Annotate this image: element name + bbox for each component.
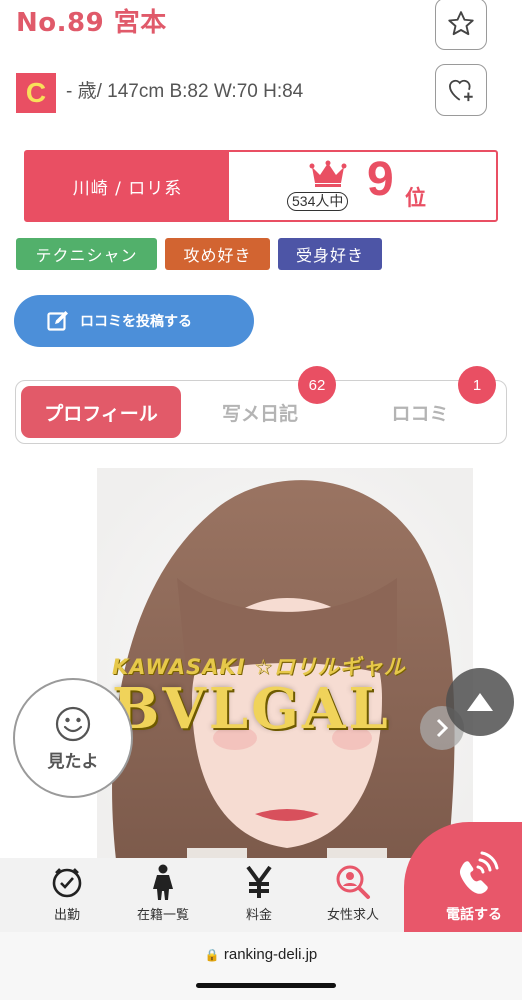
call-label: 電話する [446, 907, 502, 923]
heart-plus-icon [448, 79, 473, 102]
tab-profile[interactable]: プロフィール [21, 386, 181, 438]
ranking-category: 川崎 / ロリ系 [26, 152, 229, 220]
nav-recruitment-label: 女性求人 [326, 908, 379, 923]
nav-roster-label: 在籍一覧 [136, 908, 189, 923]
nav-recruitment[interactable]: 女性求人 [306, 862, 400, 928]
clock-icon [50, 862, 84, 902]
person-icon [151, 862, 175, 902]
nav-roster[interactable]: 在籍一覧 [116, 862, 210, 928]
star-icon [448, 11, 474, 36]
phone-icon [459, 851, 499, 894]
browser-url-bar[interactable] [0, 932, 522, 1000]
post-review-button[interactable]: ロコミを投稿する [14, 295, 254, 347]
diary-count-badge: 62 [298, 366, 336, 404]
nav-pricing[interactable]: 料金 [212, 862, 306, 928]
nav-attendance-label: 出勤 [53, 908, 80, 923]
page-title: No.89 宮本 [16, 8, 167, 38]
url-display[interactable]: 🔒 ranking-deli.jp [0, 946, 522, 963]
ranking-box: 川崎 / ロリ系 534人中 9 位 [24, 150, 498, 222]
yen-icon [244, 862, 274, 902]
nav-pricing-label: 料金 [245, 908, 272, 923]
review-count-badge: 1 [458, 366, 496, 404]
lock-icon: 🔒 [204, 948, 220, 962]
url-text: ranking-deli.jp [223, 946, 318, 963]
tag-passive[interactable]: 受身好き [278, 238, 382, 270]
rank-letter-badge: C [16, 73, 56, 113]
smile-icon [55, 706, 91, 741]
ranking-position: 534人中 9 位 [229, 152, 496, 220]
favorite-star-button[interactable] [435, 0, 487, 50]
ranking-suffix: 位 [405, 186, 426, 210]
post-review-label: ロコミを投稿する [80, 314, 192, 330]
tag-aggressive[interactable]: 攻め好き [165, 238, 270, 270]
nav-attendance[interactable]: 出勤 [20, 862, 114, 928]
profile-specs: - 歳/ 147cm B:82 W:70 H:84 [66, 81, 304, 102]
search-person-icon [335, 862, 371, 902]
chevron-right-icon [436, 718, 449, 738]
photo-watermark-logo: BVLGAL [112, 676, 391, 742]
add-favorite-button[interactable] [435, 64, 487, 116]
tag-technician[interactable]: テクニシャン [16, 238, 157, 270]
ranking-number: 9 [367, 153, 394, 206]
arrow-up-icon [467, 693, 493, 711]
crown-icon [309, 160, 347, 187]
scroll-top-button[interactable] [446, 668, 514, 736]
mitayo-button[interactable]: 見たよ [13, 678, 133, 798]
ranking-total: 534人中 [287, 192, 349, 211]
home-indicator [196, 983, 336, 988]
mitayo-label: 見たよ [47, 751, 99, 772]
edit-icon [46, 309, 70, 333]
